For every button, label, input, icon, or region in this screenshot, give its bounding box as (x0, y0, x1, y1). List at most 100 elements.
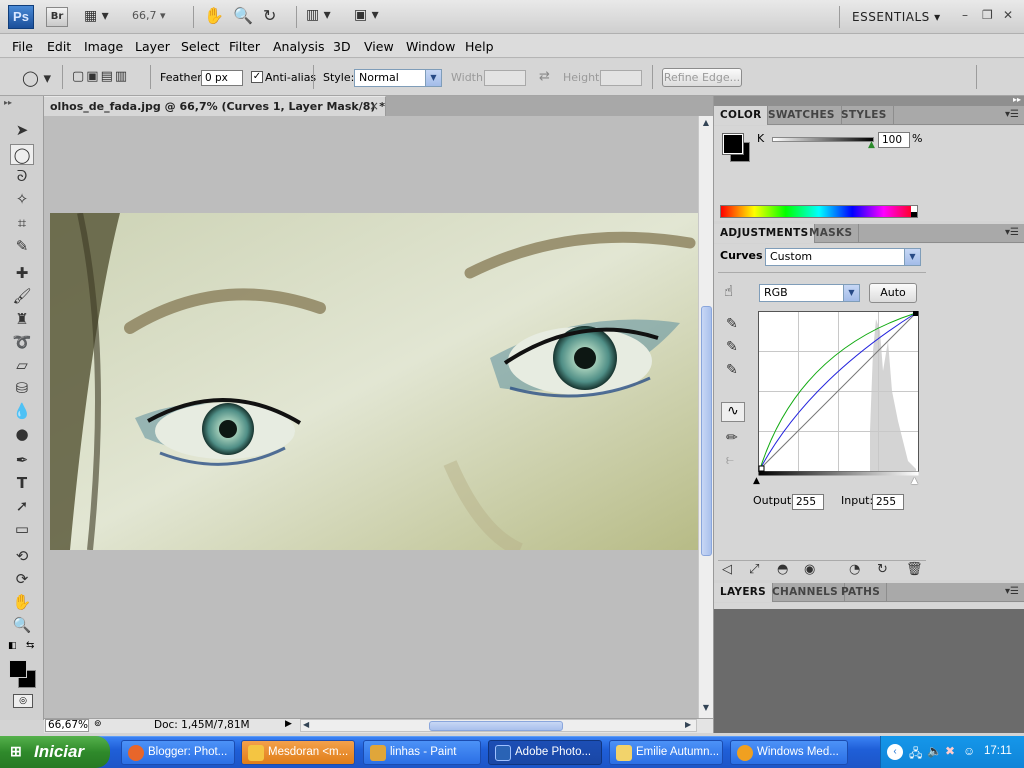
menu-view[interactable]: View (364, 39, 394, 54)
taskbar-item-mesdoran[interactable]: Mesdoran <m... (241, 740, 355, 765)
zoom-level-dropdown[interactable]: 66,7 ▾ (132, 9, 182, 22)
blur-tool-icon[interactable]: 💧 (10, 401, 34, 422)
minimize-button[interactable]: – (962, 8, 968, 22)
horizontal-scroll-thumb[interactable] (429, 721, 563, 731)
eyedropper-tool-icon[interactable]: ✎ (10, 236, 34, 257)
feather-input[interactable]: 0 px (201, 70, 243, 86)
tab-paths[interactable]: PATHS (835, 583, 888, 602)
view-previous-state-icon[interactable]: ◔ (849, 562, 860, 577)
curves-preset-select[interactable]: Custom ▼ (765, 248, 921, 266)
rectangle-tool-icon[interactable]: ▭ (10, 519, 34, 540)
workspace-switcher[interactable]: ESSENTIALS ▾ (852, 10, 941, 24)
menu-window[interactable]: Window (406, 39, 455, 54)
collapse-panels-icon[interactable]: ▸▸ (1013, 95, 1021, 104)
screen-mode-icon[interactable]: ▣ ▾ (354, 7, 379, 23)
gray-point-eyedropper-icon[interactable]: ✎ (726, 339, 738, 355)
input-input[interactable]: 255 (872, 494, 904, 510)
tab-masks[interactable]: MASKS (803, 224, 860, 243)
dodge-tool-icon[interactable]: ● (10, 424, 34, 445)
pencil-draw-curve-icon[interactable]: ✏ (726, 430, 738, 446)
menu-select[interactable]: Select (181, 39, 220, 54)
start-button[interactable]: ⊞ Iniciar (0, 736, 110, 768)
return-to-list-icon[interactable]: ◁ (722, 562, 732, 577)
tab-styles[interactable]: STYLES (835, 106, 894, 125)
white-point-eyedropper-icon[interactable]: ✎ (726, 362, 738, 378)
crop-tool-icon[interactable]: ⌗ (10, 213, 34, 234)
auto-button[interactable]: Auto (869, 283, 917, 303)
curves-graph[interactable] (758, 311, 920, 479)
delete-icon[interactable]: 🗑 (906, 562, 923, 577)
scroll-right-icon[interactable]: ▶ (685, 720, 691, 729)
antialias-checkbox[interactable]: ✓ (251, 71, 263, 83)
document-image[interactable] (50, 213, 698, 550)
horizontal-scrollbar[interactable]: ◀ ▶ (300, 719, 697, 732)
vertical-scroll-thumb[interactable] (701, 306, 712, 556)
vertical-scrollbar[interactable]: ▲ ▼ (698, 116, 713, 718)
menu-image[interactable]: Image (84, 39, 123, 54)
scroll-down-icon[interactable]: ▼ (700, 703, 712, 715)
menu-edit[interactable]: Edit (47, 39, 71, 54)
width-input[interactable] (484, 70, 526, 86)
close-document-icon[interactable]: × (369, 99, 379, 113)
collapse-toolbox-icon[interactable]: ▸▸ (4, 98, 12, 107)
black-point-eyedropper-icon[interactable]: ✎ (726, 316, 738, 332)
taskbar-item-folder[interactable]: Emilie Autumn... (609, 740, 723, 765)
menu-filter[interactable]: Filter (229, 39, 260, 54)
k-slider-handle[interactable]: ▲ (868, 140, 875, 150)
selection-mode-icons[interactable]: ▢▣▤▥ (72, 69, 129, 84)
brush-tool-icon[interactable]: 🖌 (10, 286, 34, 307)
messenger-tray-icon[interactable]: ☺ (963, 744, 975, 758)
default-colors-icon[interactable]: ◧ (8, 641, 17, 651)
arrange-documents-icon[interactable]: ▥ ▾ (306, 7, 331, 23)
style-select[interactable]: Normal ▼ (354, 69, 442, 87)
expanded-view-icon[interactable]: ⤢ (749, 562, 759, 577)
taskbar-item-blogger[interactable]: Blogger: Phot... (121, 740, 235, 765)
clip-to-layer-icon[interactable]: ◓ (777, 562, 788, 577)
lasso-tool-icon[interactable]: ᘐ (10, 166, 34, 187)
rotate-view-icon[interactable]: ↻ (263, 6, 276, 25)
swap-dimensions-icon[interactable]: ⇄ (539, 69, 550, 84)
pen-tool-icon[interactable]: ✒ (10, 450, 34, 471)
visibility-icon[interactable]: ◉ (804, 562, 815, 577)
taskbar-item-photoshop[interactable]: Adobe Photo... (488, 740, 602, 765)
k-slider-track[interactable] (772, 137, 874, 142)
clone-stamp-tool-icon[interactable]: ♜ (10, 309, 34, 330)
swap-colors-icon[interactable]: ⇆ (26, 640, 34, 651)
elliptical-marquee-preset-icon[interactable]: ◯ ▾ (22, 69, 51, 87)
tab-layers[interactable]: LAYERS (714, 583, 774, 602)
eraser-tool-icon[interactable]: ▱ (10, 355, 34, 376)
tab-color[interactable]: COLOR (714, 106, 769, 125)
show-hidden-icons-icon[interactable]: ‹ (887, 744, 903, 760)
healing-brush-tool-icon[interactable]: ✚ (10, 263, 34, 284)
refine-edge-button[interactable]: Refine Edge... (662, 68, 742, 87)
quick-mask-icon[interactable]: ◎ (13, 694, 33, 708)
paint-bucket-tool-icon[interactable]: ⛁ (10, 378, 34, 399)
channel-select[interactable]: RGB ▼ (759, 284, 860, 302)
panel-menu-icon[interactable]: ▾☰ (1005, 109, 1019, 120)
menu-help[interactable]: Help (465, 39, 494, 54)
volume-icon[interactable]: 🔈 (927, 744, 942, 758)
black-point-slider-icon[interactable]: ▲ (753, 476, 760, 486)
zoom-tool-icon[interactable]: 🔍 (10, 615, 34, 636)
path-selection-tool-icon[interactable]: ➚ (10, 496, 34, 517)
tab-adjustments[interactable]: ADJUSTMENTS (714, 224, 816, 243)
security-alert-icon[interactable]: ✖ (945, 744, 955, 758)
menu-3d[interactable]: 3D (333, 39, 351, 54)
move-tool-icon[interactable]: ➤ (10, 120, 34, 141)
panel-menu-icon[interactable]: ▾☰ (1005, 586, 1019, 597)
zoom-percent-field[interactable]: 66,67% (45, 719, 89, 732)
scroll-up-icon[interactable]: ▲ (700, 118, 712, 130)
k-value-input[interactable]: 100 (878, 132, 910, 148)
height-input[interactable] (600, 70, 642, 86)
panel-menu-icon[interactable]: ▾☰ (1005, 227, 1019, 238)
on-image-adjust-icon[interactable]: ☝ (724, 282, 733, 300)
view-extras-icon[interactable]: ▦ ▾ (84, 8, 109, 24)
color-panel-foreground-swatch[interactable] (722, 133, 744, 155)
elliptical-marquee-tool-icon[interactable]: ◯ (10, 144, 34, 165)
history-brush-tool-icon[interactable]: ➰ (10, 332, 34, 353)
menu-file[interactable]: File (12, 39, 33, 54)
taskbar-item-media-player[interactable]: Windows Med... (730, 740, 848, 765)
color-spectrum-bar[interactable] (720, 205, 918, 218)
close-button[interactable]: ✕ (1003, 8, 1013, 22)
magic-wand-tool-icon[interactable]: ✧ (10, 189, 34, 210)
